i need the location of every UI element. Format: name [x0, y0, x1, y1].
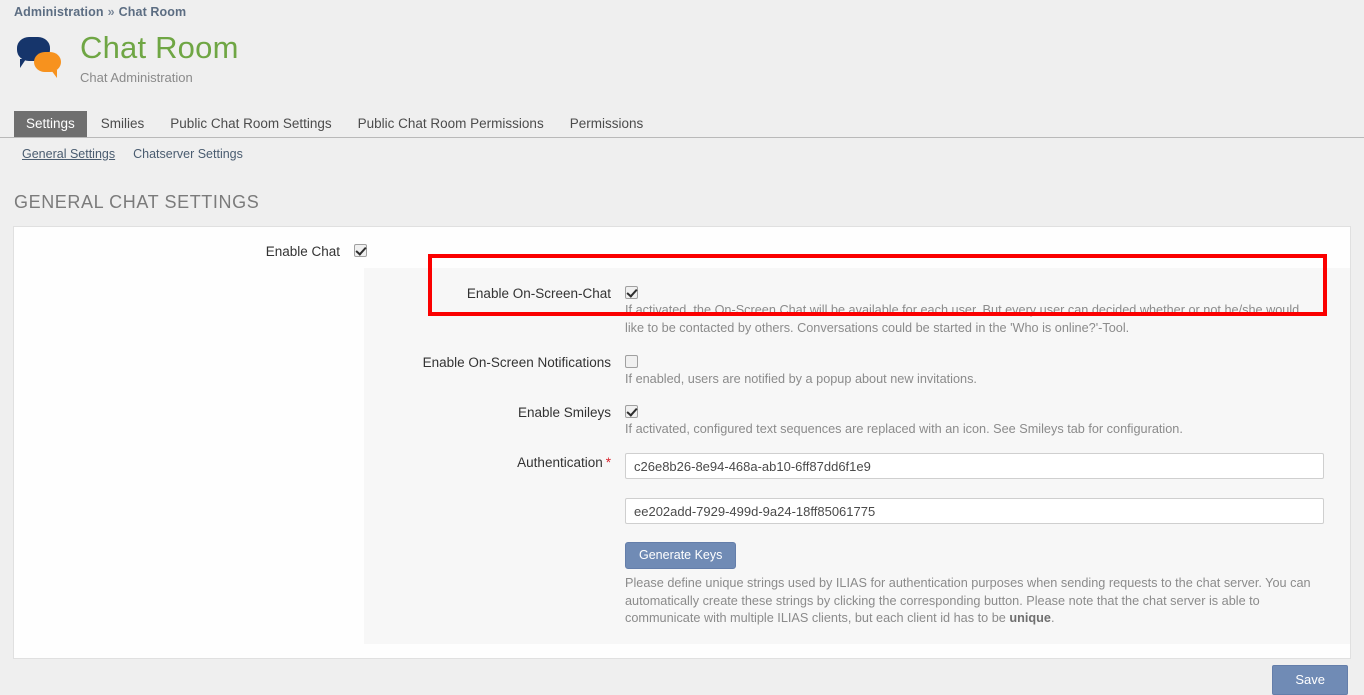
generate-keys-button[interactable]: Generate Keys — [625, 542, 736, 569]
breadcrumb: Administration » Chat Room — [0, 0, 1364, 19]
page-title-block: Chat Room Chat Administration — [80, 31, 239, 86]
form-row-enable-on-screen-chat: Enable On-Screen-Chat If activated, the … — [364, 268, 1350, 337]
tab-smilies[interactable]: Smilies — [89, 111, 157, 137]
chat-bubbles-icon — [14, 35, 62, 81]
required-marker: * — [606, 455, 611, 470]
subtab-chatserver-settings[interactable]: Chatserver Settings — [133, 146, 243, 162]
subtab-general-settings[interactable]: General Settings — [22, 146, 115, 162]
general-chat-settings-form: Enable Chat Enable On-Screen-Chat If act… — [13, 226, 1351, 644]
enable-on-screen-notifications-label: Enable On-Screen Notifications — [364, 353, 625, 372]
authentication-hint-part-2: . — [1051, 611, 1055, 625]
enable-on-screen-notifications-field: If enabled, users are notified by a popu… — [625, 353, 1350, 389]
enable-smileys-checkbox[interactable] — [625, 405, 638, 418]
page-subtitle: Chat Administration — [80, 70, 239, 86]
enable-smileys-field: If activated, configured text sequences … — [625, 403, 1350, 439]
chat-bubble-front-icon — [34, 52, 61, 72]
authentication-field: Generate Keys Please define unique strin… — [625, 453, 1350, 628]
enable-on-screen-chat-checkbox[interactable] — [625, 286, 638, 299]
authentication-key-1-input[interactable] — [625, 453, 1324, 479]
form-action-bar: Save — [0, 665, 1364, 695]
form-row-authentication: Authentication* Generate Keys Please def… — [364, 438, 1350, 628]
enable-on-screen-notifications-checkbox[interactable] — [625, 355, 638, 368]
enable-on-screen-chat-field: If activated, the On-Screen Chat will be… — [625, 284, 1350, 337]
authentication-hint-part-1: Please define unique strings used by ILI… — [625, 576, 1311, 625]
save-button[interactable]: Save — [1272, 665, 1348, 695]
enable-chat-field — [354, 242, 1350, 257]
enable-on-screen-chat-label: Enable On-Screen-Chat — [364, 284, 625, 303]
enable-chat-checkbox[interactable] — [354, 244, 367, 257]
enable-chat-label: Enable Chat — [14, 242, 354, 261]
enable-on-screen-notifications-hint: If enabled, users are notified by a popu… — [625, 371, 1315, 389]
tab-public-chat-room-settings[interactable]: Public Chat Room Settings — [158, 111, 343, 137]
form-row-enable-smileys: Enable Smileys If activated, configured … — [364, 389, 1350, 439]
page-header: Chat Room Chat Administration — [0, 19, 1364, 86]
on-screen-chat-subform: Enable On-Screen-Chat If activated, the … — [364, 268, 1350, 644]
enable-smileys-label: Enable Smileys — [364, 403, 625, 422]
main-tab-bar: Settings Smilies Public Chat Room Settin… — [0, 112, 1364, 138]
tab-settings[interactable]: Settings — [14, 111, 87, 137]
authentication-key-2-input[interactable] — [625, 498, 1324, 524]
breadcrumb-link-chat-room[interactable]: Chat Room — [119, 5, 187, 19]
authentication-hint: Please define unique strings used by ILI… — [625, 575, 1317, 628]
enable-smileys-hint: If activated, configured text sequences … — [625, 421, 1315, 439]
breadcrumb-separator: » — [108, 5, 115, 19]
authentication-label: Authentication* — [364, 453, 625, 472]
form-row-enable-chat: Enable Chat — [14, 227, 1350, 261]
tab-public-chat-room-permissions[interactable]: Public Chat Room Permissions — [346, 111, 556, 137]
form-row-enable-on-screen-notifications: Enable On-Screen Notifications If enable… — [364, 337, 1350, 389]
breadcrumb-link-administration[interactable]: Administration — [14, 5, 104, 19]
sub-tab-bar: General Settings Chatserver Settings — [0, 138, 1364, 162]
section-heading: GENERAL CHAT SETTINGS — [14, 192, 1364, 213]
authentication-hint-bold: unique — [1009, 611, 1051, 625]
tab-permissions[interactable]: Permissions — [558, 111, 656, 137]
form-panel-footer — [13, 644, 1351, 659]
page-title: Chat Room — [80, 31, 239, 65]
authentication-label-text: Authentication — [517, 455, 603, 470]
enable-on-screen-chat-hint: If activated, the On-Screen Chat will be… — [625, 302, 1315, 337]
